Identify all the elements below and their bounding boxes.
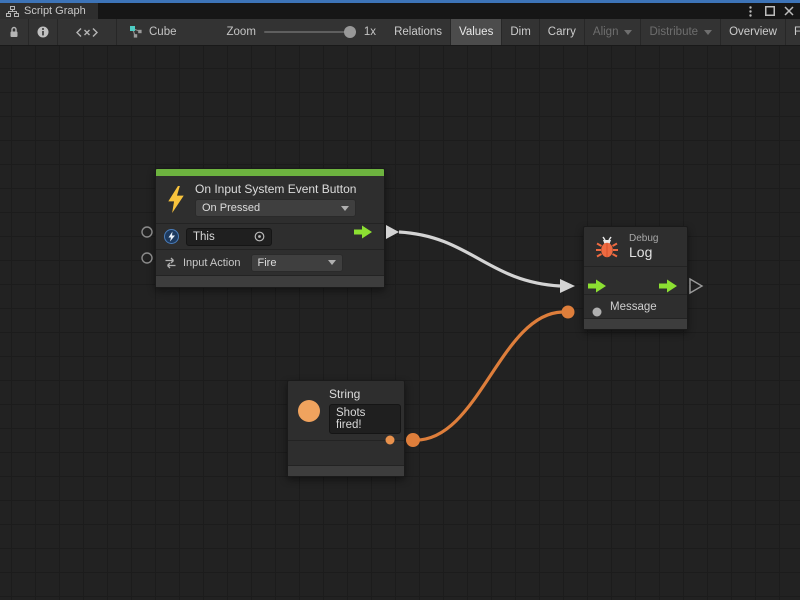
chevron-down-icon — [624, 30, 632, 35]
orange-wire-start-dot[interactable] — [406, 433, 420, 447]
breadcrumb-label: Cube — [149, 26, 177, 38]
menu-kebab-icon[interactable] — [743, 4, 758, 18]
event-target-input-port[interactable] — [142, 227, 152, 237]
zoom-slider[interactable] — [264, 31, 356, 33]
string-type-icon — [298, 400, 320, 422]
tabstrip-spacer — [98, 3, 743, 19]
values-label: Values — [459, 26, 493, 38]
debug-bug-icon — [594, 234, 620, 260]
string-node-footer — [288, 465, 404, 476]
input-action-value: Fire — [258, 257, 277, 269]
node-on-input-system-event-button[interactable]: On Input System Event Button On Pressed … — [155, 168, 385, 288]
script-graph-window: Script Graph — [0, 0, 800, 600]
string-node-title: String — [329, 387, 401, 401]
debug-node-header: Debug Log — [584, 227, 687, 266]
tab-script-graph[interactable]: Script Graph — [0, 3, 98, 19]
dim-toggle[interactable]: Dim — [502, 19, 539, 45]
align-label: Align — [593, 26, 619, 38]
carry-label: Carry — [548, 26, 576, 38]
maximize-icon[interactable] — [762, 4, 777, 18]
debug-flow-row — [584, 266, 687, 294]
event-node-colorbar — [156, 169, 384, 176]
carry-toggle[interactable]: Carry — [540, 19, 585, 45]
dim-label: Dim — [510, 26, 530, 38]
debug-message-row: Message — [584, 294, 687, 318]
zoom-label: Zoom — [227, 26, 256, 38]
tab-strip: Script Graph — [0, 3, 800, 19]
event-action-row: Input Action Fire — [156, 249, 384, 275]
target-object-field[interactable]: This — [186, 228, 272, 246]
wire-start-arrow[interactable] — [386, 225, 399, 239]
relations-label: Relations — [394, 26, 442, 38]
orange-wire-end-dot[interactable] — [562, 306, 575, 319]
event-target-row: This — [156, 223, 384, 249]
node-debug-log[interactable]: Debug Log Message — [583, 226, 688, 330]
event-node-footer — [156, 275, 384, 287]
overview-label: Overview — [729, 26, 777, 38]
graph-hierarchy-icon — [6, 6, 19, 17]
inspect-button[interactable] — [29, 19, 58, 45]
values-toggle[interactable]: Values — [451, 19, 502, 45]
string-value: Shots fired! — [336, 407, 394, 431]
csharp-preview-button[interactable] — [58, 19, 117, 45]
event-node-title: On Input System Event Button — [195, 182, 356, 196]
wire-end-arrow[interactable] — [560, 279, 575, 293]
string-value-field[interactable]: Shots fired! — [329, 404, 401, 434]
align-dropdown[interactable]: Align — [585, 19, 642, 45]
chevron-down-icon — [341, 206, 349, 211]
debug-node-category: Debug — [629, 233, 658, 244]
object-picker-icon[interactable] — [254, 231, 265, 242]
input-action-icon — [164, 257, 177, 269]
target-object-value: This — [193, 231, 215, 243]
input-action-dropdown[interactable]: Fire — [251, 254, 343, 272]
lightning-bolt-icon — [166, 186, 186, 213]
chevron-down-icon — [704, 30, 712, 35]
event-mode-dropdown[interactable]: On Pressed — [195, 199, 356, 217]
message-port-label: Message — [610, 301, 657, 313]
tab-title: Script Graph — [24, 5, 86, 17]
distribute-dropdown[interactable]: Distribute — [641, 19, 721, 45]
lock-icon — [7, 25, 21, 39]
wire-event-to-log[interactable] — [399, 232, 560, 286]
zoom-slider-handle[interactable] — [344, 26, 356, 38]
event-mode-value: On Pressed — [202, 202, 260, 214]
code-preview-icon — [76, 27, 98, 38]
event-action-input-port[interactable] — [142, 253, 152, 263]
debug-node-title: Log — [629, 244, 658, 260]
graph-toolbar: Cube Zoom 1x Relations Values Dim Carry … — [0, 19, 800, 46]
fullscreen-button[interactable]: Full Screen — [786, 19, 800, 45]
zoom-control: Zoom 1x — [217, 19, 387, 45]
event-node-header: On Input System Event Button On Pressed — [156, 176, 384, 223]
debug-node-footer — [584, 318, 687, 329]
close-icon[interactable] — [781, 4, 796, 18]
fullscreen-label: Full Screen — [794, 26, 800, 38]
graph-breadcrumb-cube[interactable]: Cube — [117, 19, 189, 45]
relations-toggle[interactable]: Relations — [386, 19, 451, 45]
info-icon — [36, 25, 50, 39]
distribute-label: Distribute — [649, 26, 698, 38]
string-output-row — [288, 440, 404, 465]
gameobject-event-icon — [164, 229, 179, 244]
wire-string-to-message[interactable] — [413, 312, 562, 440]
overview-button[interactable]: Overview — [721, 19, 786, 45]
lock-button[interactable] — [0, 19, 29, 45]
node-string-literal[interactable]: String Shots fired! — [287, 380, 405, 477]
log-unconnected-output-port[interactable] — [690, 279, 702, 293]
window-controls — [743, 3, 800, 19]
zoom-value: 1x — [364, 26, 376, 38]
graph-asset-icon — [129, 25, 143, 39]
chevron-down-icon — [328, 260, 336, 265]
string-node-header: String Shots fired! — [288, 381, 404, 440]
graph-canvas[interactable]: On Input System Event Button On Pressed … — [0, 46, 800, 600]
input-action-label: Input Action — [183, 257, 241, 269]
